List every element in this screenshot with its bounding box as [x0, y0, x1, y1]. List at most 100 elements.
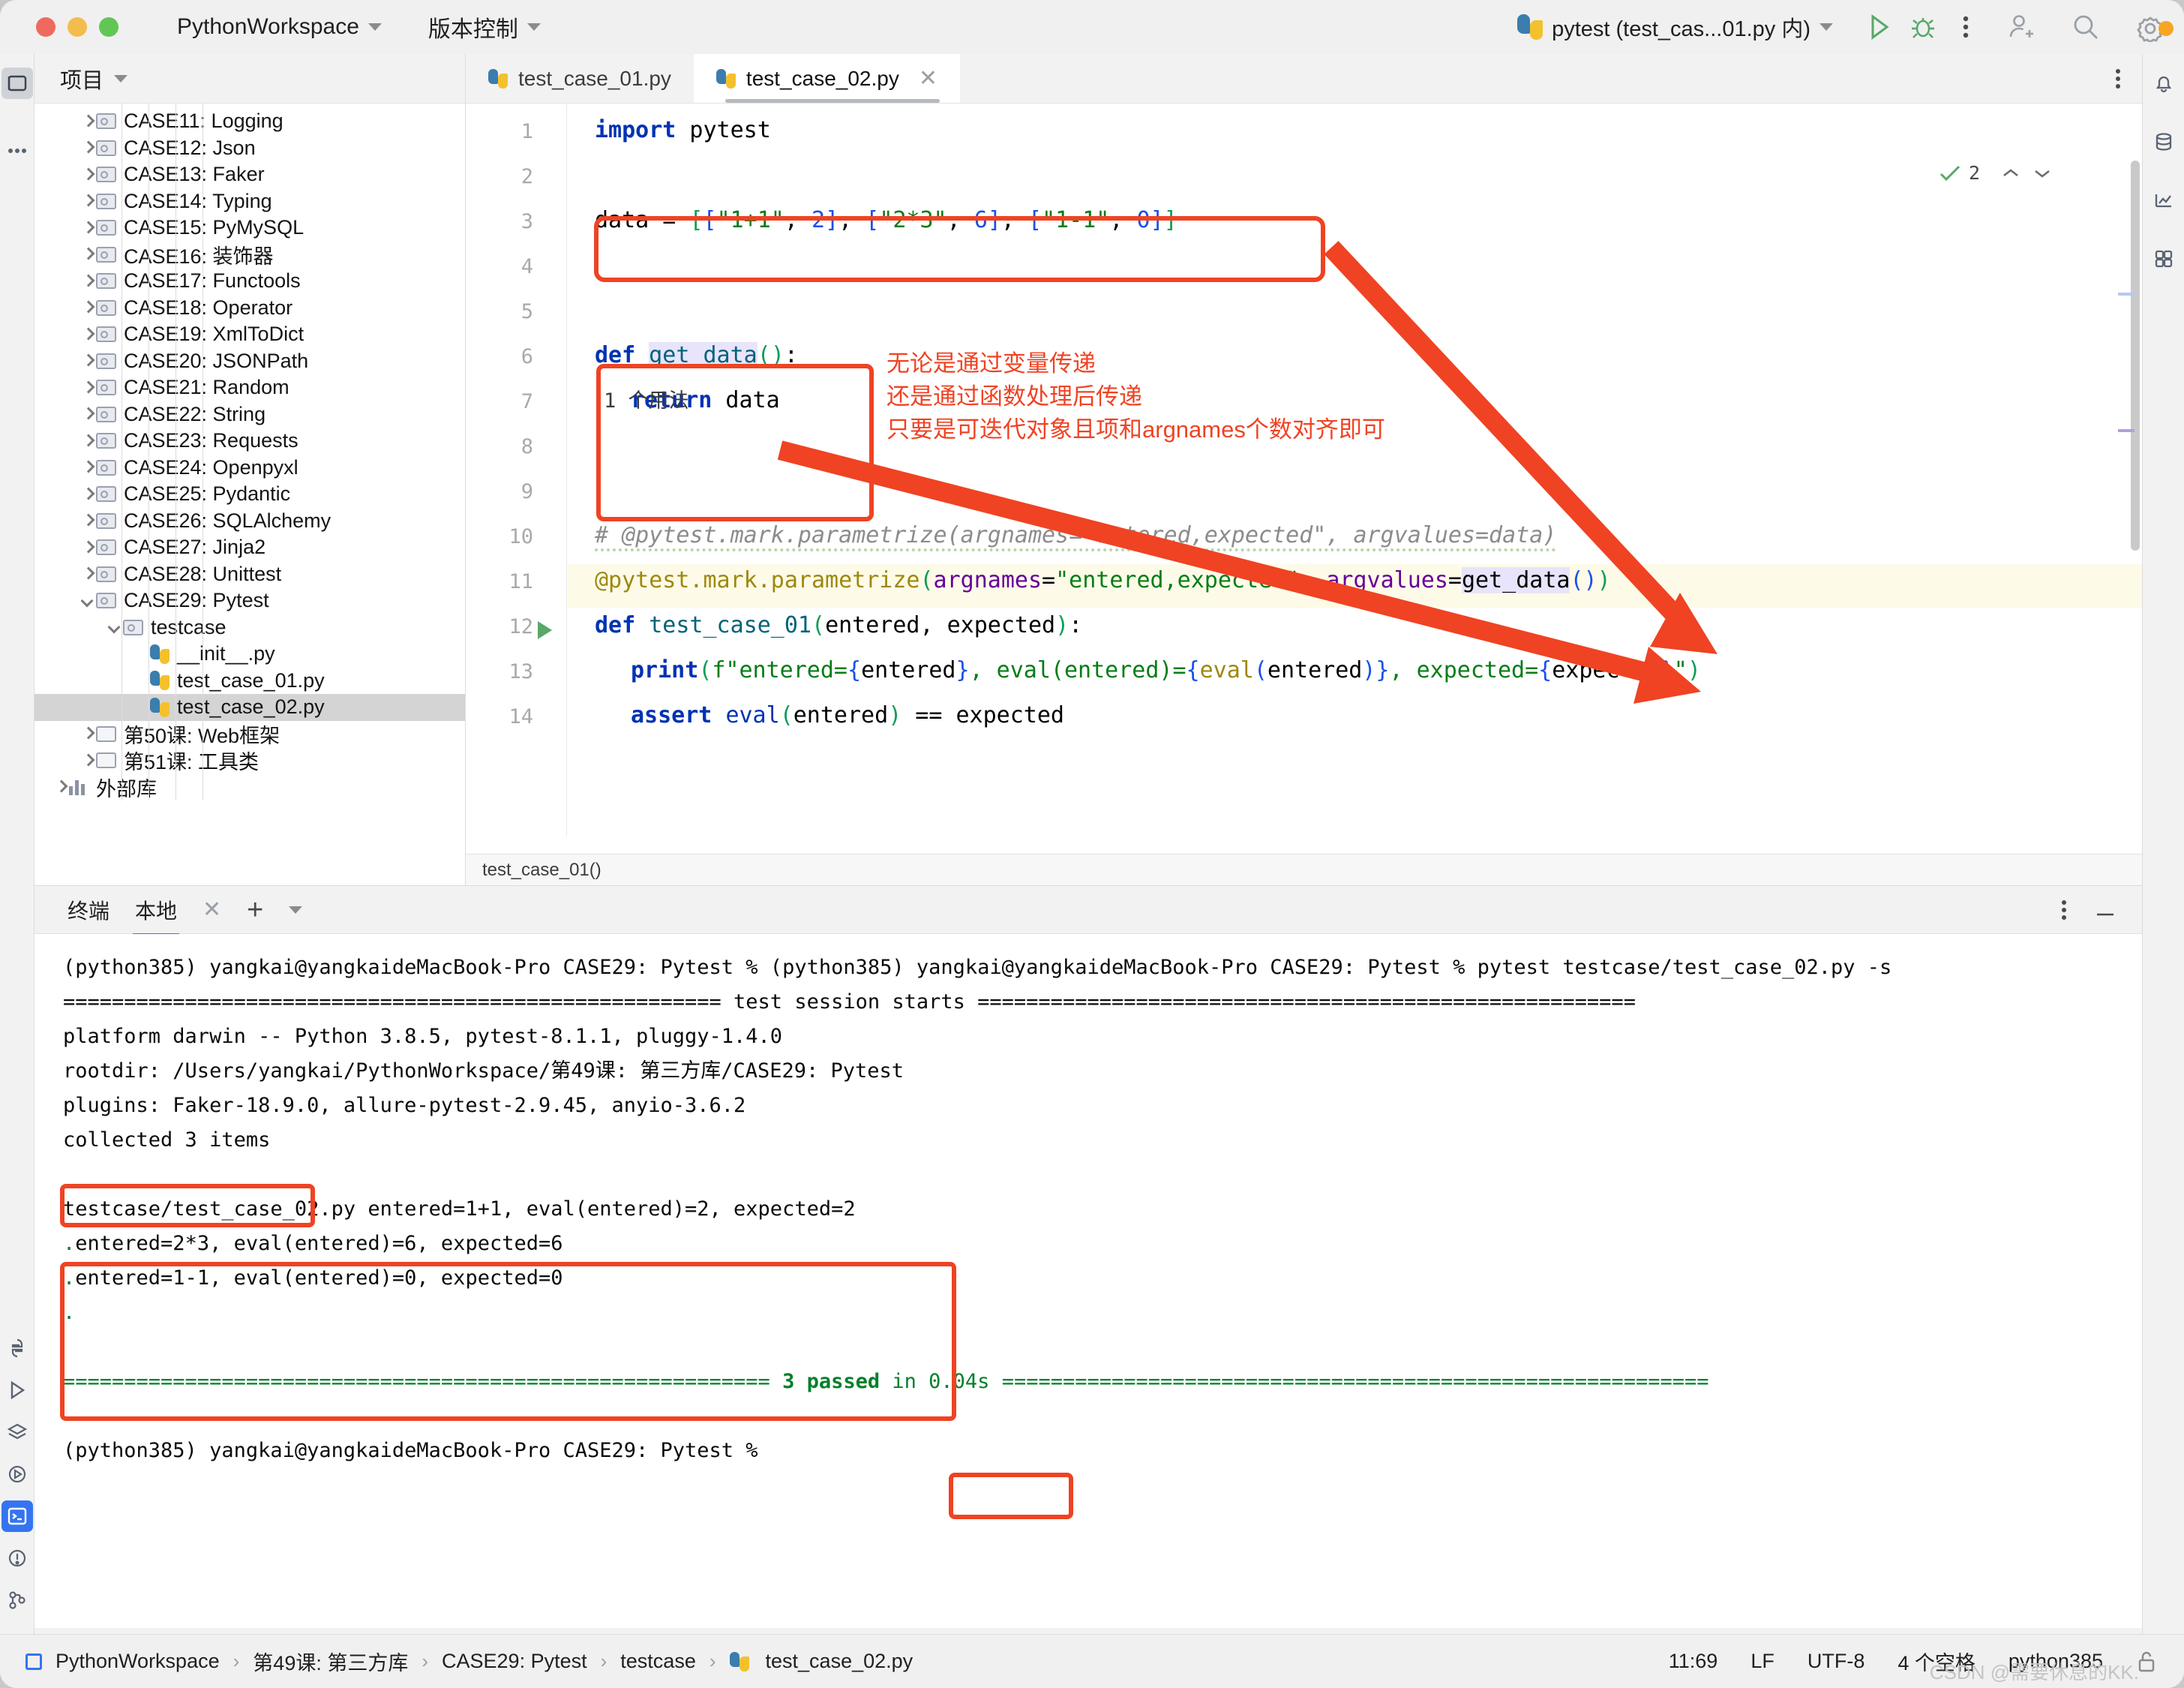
- tree-item[interactable]: CASE19: XmlToDict: [34, 321, 465, 348]
- project-tree[interactable]: CASE11: Logging CASE12: Json CASE13: Faker…: [34, 104, 465, 800]
- tree-item[interactable]: CASE12: Json: [34, 135, 465, 162]
- notifications-button[interactable]: [2148, 68, 2180, 99]
- chevron-down-icon[interactable]: [80, 593, 96, 609]
- python-packages-button[interactable]: [2, 1332, 33, 1364]
- close-icon[interactable]: ✕: [202, 897, 221, 923]
- chevron-right-icon[interactable]: [80, 246, 96, 263]
- chevron-right-icon[interactable]: [80, 752, 96, 769]
- problems-button[interactable]: [2, 1542, 33, 1574]
- chevron-right-icon[interactable]: [80, 725, 96, 742]
- chevron-right-icon[interactable]: [80, 459, 96, 476]
- chevron-right-icon[interactable]: [80, 326, 96, 343]
- tree-item[interactable]: CASE16: 装饰器: [34, 242, 465, 269]
- chevron-right-icon[interactable]: [80, 193, 96, 209]
- minimize-icon[interactable]: [2094, 900, 2116, 921]
- chevron-right-icon[interactable]: [80, 353, 96, 369]
- project-panel-header[interactable]: 项目: [34, 54, 465, 104]
- tree-item[interactable]: CASE25: Pydantic: [34, 481, 465, 508]
- tree-item[interactable]: 第50课: Web框架: [34, 721, 465, 748]
- chevron-right-icon[interactable]: [80, 167, 96, 183]
- status-breadcrumb[interactable]: PythonWorkspace › 第49课: 第三方库 › CASE29: Pytes…: [26, 1647, 913, 1676]
- inspection-status[interactable]: 2: [1939, 162, 2052, 184]
- breadcrumb-item[interactable]: PythonWorkspace: [56, 1650, 220, 1673]
- maximize-window-button[interactable]: [99, 17, 118, 37]
- chevron-right-icon[interactable]: [80, 220, 96, 236]
- chevron-right-icon[interactable]: [80, 299, 96, 316]
- chevron-right-icon[interactable]: [80, 113, 96, 130]
- run-tool-button[interactable]: [2, 1374, 33, 1406]
- breadcrumb-item[interactable]: testcase: [620, 1650, 696, 1673]
- chevron-right-icon[interactable]: [80, 140, 96, 156]
- lock-open-icon[interactable]: [2136, 1650, 2157, 1673]
- tree-item[interactable]: 外部库: [34, 774, 465, 801]
- project-menu[interactable]: PythonWorkspace: [177, 14, 382, 40]
- terminal-tab-local[interactable]: 本地: [132, 895, 181, 937]
- tree-item[interactable]: testcase: [34, 614, 465, 641]
- plugins-button[interactable]: [2148, 243, 2180, 275]
- chevron-right-icon[interactable]: [80, 380, 96, 396]
- chevron-right-icon[interactable]: [80, 566, 96, 582]
- tree-item[interactable]: CASE29: Pytest: [34, 587, 465, 614]
- tree-item[interactable]: 第51课: 工具类: [34, 747, 465, 774]
- terminal-output[interactable]: (python385) yangkai@yangkaideMacBook-Pro…: [34, 934, 2142, 1628]
- tree-item[interactable]: CASE23: Requests: [34, 428, 465, 455]
- version-control-button[interactable]: [2, 1584, 33, 1616]
- tree-item[interactable]: CASE18: Operator: [34, 295, 465, 322]
- chevron-right-icon[interactable]: [80, 433, 96, 449]
- terminal-prompt-line[interactable]: (python385) yangkai@yangkaideMacBook-Pro…: [63, 1434, 2142, 1468]
- tree-item[interactable]: CASE28: Unittest: [34, 561, 465, 588]
- database-button[interactable]: [2148, 126, 2180, 158]
- minimize-window-button[interactable]: [68, 17, 87, 37]
- tree-item[interactable]: CASE20: JSONPath: [34, 348, 465, 375]
- tree-item[interactable]: CASE13: Faker: [34, 161, 465, 188]
- chevron-down-icon[interactable]: [106, 619, 123, 635]
- add-user-button[interactable]: [1986, 13, 2055, 41]
- search-button[interactable]: [2055, 13, 2116, 41]
- settings-button[interactable]: [2116, 12, 2184, 42]
- file-encoding[interactable]: UTF-8: [1808, 1650, 1865, 1673]
- run-button[interactable]: [1858, 14, 1900, 40]
- chevron-right-icon[interactable]: [52, 779, 69, 795]
- profiler-button[interactable]: [2148, 185, 2180, 216]
- tree-item[interactable]: CASE22: String: [34, 401, 465, 428]
- tree-item[interactable]: test_case_02.py: [34, 694, 465, 721]
- tree-item[interactable]: CASE14: Typing: [34, 188, 465, 215]
- terminal-tool-button[interactable]: [1, 1500, 33, 1532]
- breadcrumb-item[interactable]: test_case_02.py: [766, 1650, 914, 1673]
- tree-item[interactable]: __init__.py: [34, 641, 465, 668]
- editor-tab-test-case-01[interactable]: test_case_01.py: [466, 54, 694, 103]
- close-icon[interactable]: ✕: [919, 65, 938, 92]
- chevron-right-icon[interactable]: [80, 273, 96, 290]
- editor-scrollbar[interactable]: [2131, 161, 2140, 551]
- vcs-menu[interactable]: 版本控制: [428, 11, 541, 44]
- tree-item[interactable]: CASE27: Jinja2: [34, 534, 465, 561]
- more-options-button[interactable]: [1946, 16, 1986, 38]
- chevron-right-icon[interactable]: [80, 406, 96, 422]
- caret-position[interactable]: 11:69: [1669, 1650, 1718, 1673]
- chevron-down-icon[interactable]: [289, 906, 303, 914]
- editor-breadcrumb[interactable]: test_case_01(): [466, 854, 2142, 885]
- chevron-right-icon[interactable]: [80, 539, 96, 556]
- editor-tab-actions[interactable]: [2115, 54, 2142, 103]
- line-separator[interactable]: LF: [1750, 1650, 1774, 1673]
- project-tool-button[interactable]: [1, 68, 33, 99]
- close-window-button[interactable]: [36, 17, 56, 37]
- breadcrumb-item[interactable]: 第49课: 第三方库: [253, 1647, 408, 1676]
- tree-item[interactable]: CASE24: Openpyxl: [34, 455, 465, 482]
- tree-item[interactable]: CASE26: SQLAlchemy: [34, 508, 465, 535]
- tree-item[interactable]: CASE17: Functools: [34, 268, 465, 295]
- breadcrumb-item[interactable]: CASE29: Pytest: [442, 1650, 587, 1673]
- tree-item[interactable]: CASE15: PyMySQL: [34, 215, 465, 242]
- more-tools-button[interactable]: [2, 135, 33, 167]
- tree-item[interactable]: CASE21: Random: [34, 374, 465, 401]
- run-test-gutter-icon[interactable]: [538, 621, 552, 639]
- chevron-right-icon[interactable]: [80, 486, 96, 503]
- editor-tab-test-case-02[interactable]: test_case_02.py ✕: [693, 54, 960, 103]
- code-content[interactable]: import pytest data = [["1+1", 2], ["2*3"…: [568, 104, 2142, 836]
- services-button[interactable]: [2, 1416, 33, 1448]
- window-controls[interactable]: [36, 17, 118, 37]
- debug-button[interactable]: [1900, 14, 1946, 40]
- run-configuration-selector[interactable]: pytest (test_cas...01.py 内): [1517, 11, 1833, 43]
- plus-icon[interactable]: +: [247, 896, 263, 924]
- chevron-right-icon[interactable]: [80, 512, 96, 529]
